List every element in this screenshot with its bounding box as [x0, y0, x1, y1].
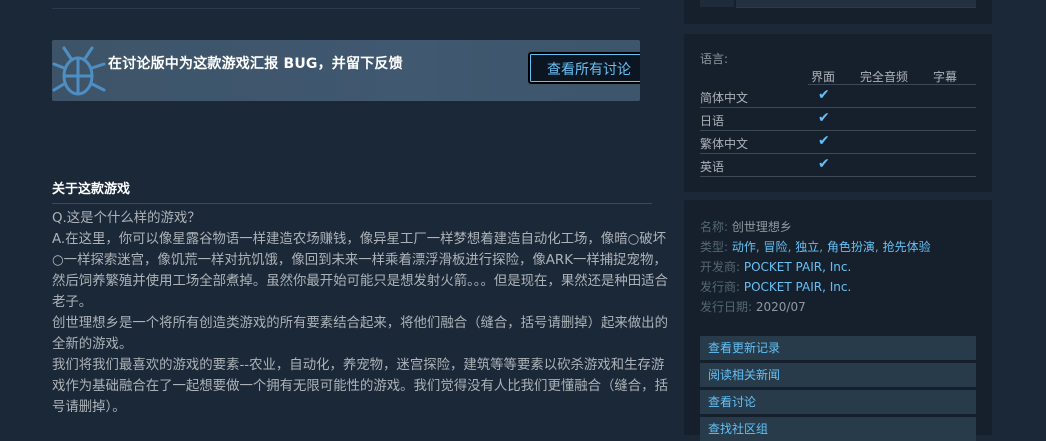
publisher-link[interactable]: POCKET PAIR, Inc. — [744, 280, 851, 294]
genre-link[interactable]: 独立 — [795, 240, 819, 254]
genre-link[interactable]: 冒险 — [764, 240, 788, 254]
header-full-audio: 完全音频 — [860, 70, 909, 84]
about-paragraph: 我们将我们最喜欢的游戏的要素--农业，自动化，养宠物，迷宫探险，建筑等等要素以砍… — [52, 358, 668, 415]
game-details: 名称: 创世理想乡 类型: 动作, 冒险, 独立, 角色扮演, 抢先体验 开发商… — [684, 200, 992, 441]
bug-icon — [52, 46, 106, 96]
page-margin — [992, 0, 1046, 435]
language-label: 语言: — [700, 52, 729, 66]
check-icon: ✔ — [818, 110, 830, 126]
check-icon: ✔ — [818, 156, 830, 172]
language-row: 英语 ✔ — [700, 154, 976, 177]
about-paragraph: Q.这是个什么样的游戏？ — [52, 211, 201, 226]
view-all-discussions-button[interactable]: 查看所有讨论 — [528, 52, 640, 84]
game-name: 创世理想乡 — [731, 220, 792, 234]
detail-release-date: 发行日期: 2020/07 — [700, 300, 806, 314]
developer-link[interactable]: POCKET PAIR, Inc. — [744, 260, 851, 274]
sidebar-top-block — [684, 0, 992, 24]
genre-link[interactable]: 角色扮演 — [827, 240, 875, 254]
language-row: 日语 ✔ — [700, 108, 976, 131]
about-description: Q.这是个什么样的游戏？ A.在这里，你可以像星露谷物语一样建造农场赚钱，像异星… — [52, 208, 672, 418]
header-subtitles: 字幕 — [933, 70, 958, 84]
check-icon: ✔ — [818, 87, 830, 103]
language-row: 繁体中文 ✔ — [700, 131, 976, 154]
view-update-history-button[interactable]: 查看更新记录 — [700, 336, 976, 360]
bug-report-banner: 在讨论版中为这款游戏汇报 BUG，并留下反馈 查看所有讨论 — [52, 40, 640, 101]
view-discussions-button[interactable]: 查看讨论 — [700, 390, 976, 414]
about-paragraph: 创世理想乡是一个将所有创造类游戏的所有要素结合起来，将他们融合（缝合，括号请删掉… — [52, 316, 668, 352]
bug-banner-text: 在讨论版中为这款游戏汇报 BUG，并留下反馈 — [108, 56, 403, 72]
genre-link[interactable]: 抢先体验 — [883, 240, 931, 254]
divider — [52, 0, 640, 9]
check-icon: ✔ — [818, 133, 830, 149]
detail-publisher: 发行商: POCKET PAIR, Inc. — [700, 280, 852, 294]
main-content: 在讨论版中为这款游戏汇报 BUG，并留下反馈 查看所有讨论 关于这款游戏 Q.这… — [0, 0, 684, 435]
about-paragraph: A.在这里，你可以像星露谷物语一样建造农场赚钱，像异星工厂一样梦想着建造自动化工… — [52, 232, 668, 310]
language-table: 语言: 界面 完全音频 字幕 简体中文 ✔ 日语 ✔ 繁体中文 ✔ 英语 ✔ — [684, 34, 992, 192]
read-news-button[interactable]: 阅读相关新闻 — [700, 363, 976, 387]
language-name: 英语 — [700, 160, 725, 174]
detail-name: 名称: 创世理想乡 — [700, 220, 792, 234]
detail-developer: 开发商: POCKET PAIR, Inc. — [700, 260, 852, 274]
detail-genres: 类型: 动作, 冒险, 独立, 角色扮演, 抢先体验 — [700, 240, 931, 254]
language-name: 简体中文 — [700, 91, 749, 105]
header-interface: 界面 — [811, 70, 836, 84]
language-name: 日语 — [700, 114, 725, 128]
find-community-groups-button[interactable]: 查找社区组 — [700, 417, 976, 441]
right-sidebar: 语言: 界面 完全音频 字幕 简体中文 ✔ 日语 ✔ 繁体中文 ✔ 英语 ✔ 名… — [684, 0, 992, 441]
about-section-title: 关于这款游戏 — [52, 178, 652, 204]
language-row: 简体中文 ✔ — [700, 85, 976, 108]
genre-link[interactable]: 动作 — [732, 240, 756, 254]
release-date: 2020/07 — [755, 300, 806, 314]
language-name: 繁体中文 — [700, 137, 749, 151]
